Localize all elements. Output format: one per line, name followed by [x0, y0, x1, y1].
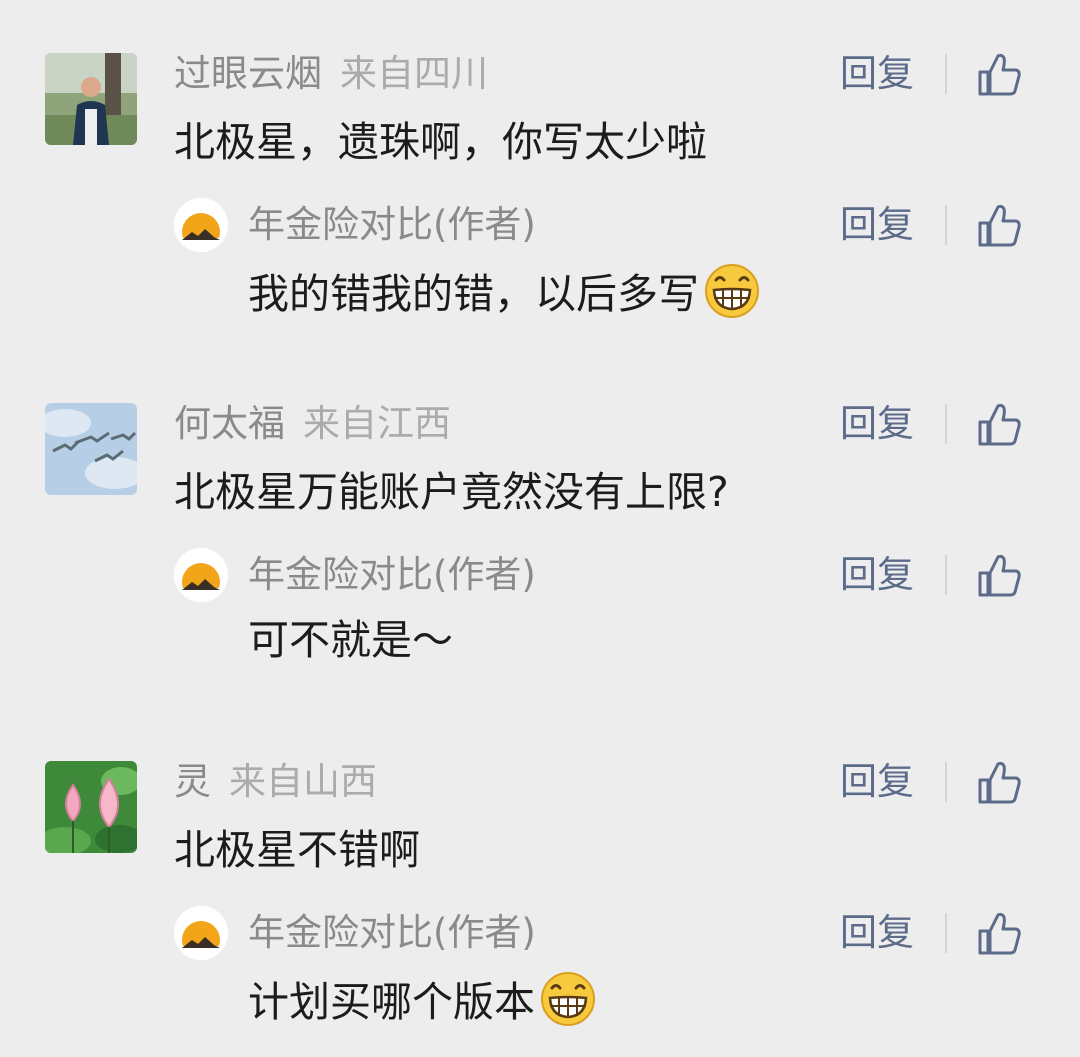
user-location: 来自江西: [303, 402, 451, 445]
thumbs-up-icon[interactable]: [976, 760, 1022, 806]
reply-button[interactable]: 回复: [840, 50, 914, 98]
grin-emoji-icon: [703, 262, 761, 320]
author-name[interactable]: 年金险对比(作者): [248, 551, 536, 599]
comment-header: 过眼云烟 来自四川: [174, 50, 488, 98]
reply-actions: 回复: [840, 909, 1040, 957]
reply-button[interactable]: 回复: [840, 909, 914, 957]
comment-text: 北极星万能账户竟然没有上限?: [174, 468, 729, 516]
author-name[interactable]: 年金险对比(作者): [248, 201, 536, 249]
reply-button[interactable]: 回复: [840, 201, 914, 249]
divider: [945, 762, 947, 802]
author-avatar[interactable]: [174, 548, 228, 602]
divider: [945, 404, 947, 444]
thumbs-up-icon[interactable]: [976, 402, 1022, 448]
reply-text: 我的错我的错，以后多写: [248, 262, 761, 322]
grin-emoji-icon: [539, 970, 597, 1028]
thumbs-up-icon[interactable]: [976, 911, 1022, 957]
divider: [945, 913, 947, 953]
comment-text: 北极星，遗珠啊，你写太少啦: [174, 118, 707, 166]
reply-text-content: 计划买哪个版本: [248, 978, 535, 1026]
reply-text: 可不就是～: [248, 616, 453, 664]
comment-actions: 回复: [840, 758, 1040, 806]
author-name[interactable]: 年金险对比(作者): [248, 909, 536, 957]
comment-header: 何太福 来自江西: [174, 400, 451, 448]
comment-actions: 回复: [840, 400, 1040, 448]
reply-button[interactable]: 回复: [840, 551, 914, 599]
divider: [945, 555, 947, 595]
user-avatar[interactable]: [45, 761, 137, 853]
user-avatar[interactable]: [45, 53, 137, 145]
comment-actions: 回复: [840, 50, 1040, 98]
lotus-avatar: [45, 761, 137, 853]
author-avatar[interactable]: [174, 906, 228, 960]
comment-text: 北极星不错啊: [174, 826, 420, 874]
user-name[interactable]: 灵: [174, 760, 211, 803]
comment-header: 灵来自山西: [174, 758, 377, 806]
sunrise-mountain-avatar: [174, 198, 228, 252]
reply-actions: 回复: [840, 551, 1040, 599]
user-location: 来自山西: [229, 760, 377, 803]
thumbs-up-icon[interactable]: [976, 203, 1022, 249]
birds-sky-avatar: [45, 403, 137, 495]
user-location: 来自四川: [340, 52, 488, 95]
user-avatar[interactable]: [45, 403, 137, 495]
person-photo-avatar: [45, 53, 137, 145]
author-avatar[interactable]: [174, 198, 228, 252]
reply-text: 计划买哪个版本: [248, 970, 597, 1030]
reply-button[interactable]: 回复: [840, 758, 914, 806]
reply-actions: 回复: [840, 201, 1040, 249]
thumbs-up-icon[interactable]: [976, 553, 1022, 599]
divider: [945, 54, 947, 94]
sunrise-mountain-avatar: [174, 906, 228, 960]
reply-button[interactable]: 回复: [840, 400, 914, 448]
user-name[interactable]: 过眼云烟: [174, 52, 322, 95]
divider: [945, 205, 947, 245]
sunrise-mountain-avatar: [174, 548, 228, 602]
user-name[interactable]: 何太福: [174, 402, 285, 445]
thumbs-up-icon[interactable]: [976, 52, 1022, 98]
reply-text-content: 我的错我的错，以后多写: [248, 270, 699, 318]
